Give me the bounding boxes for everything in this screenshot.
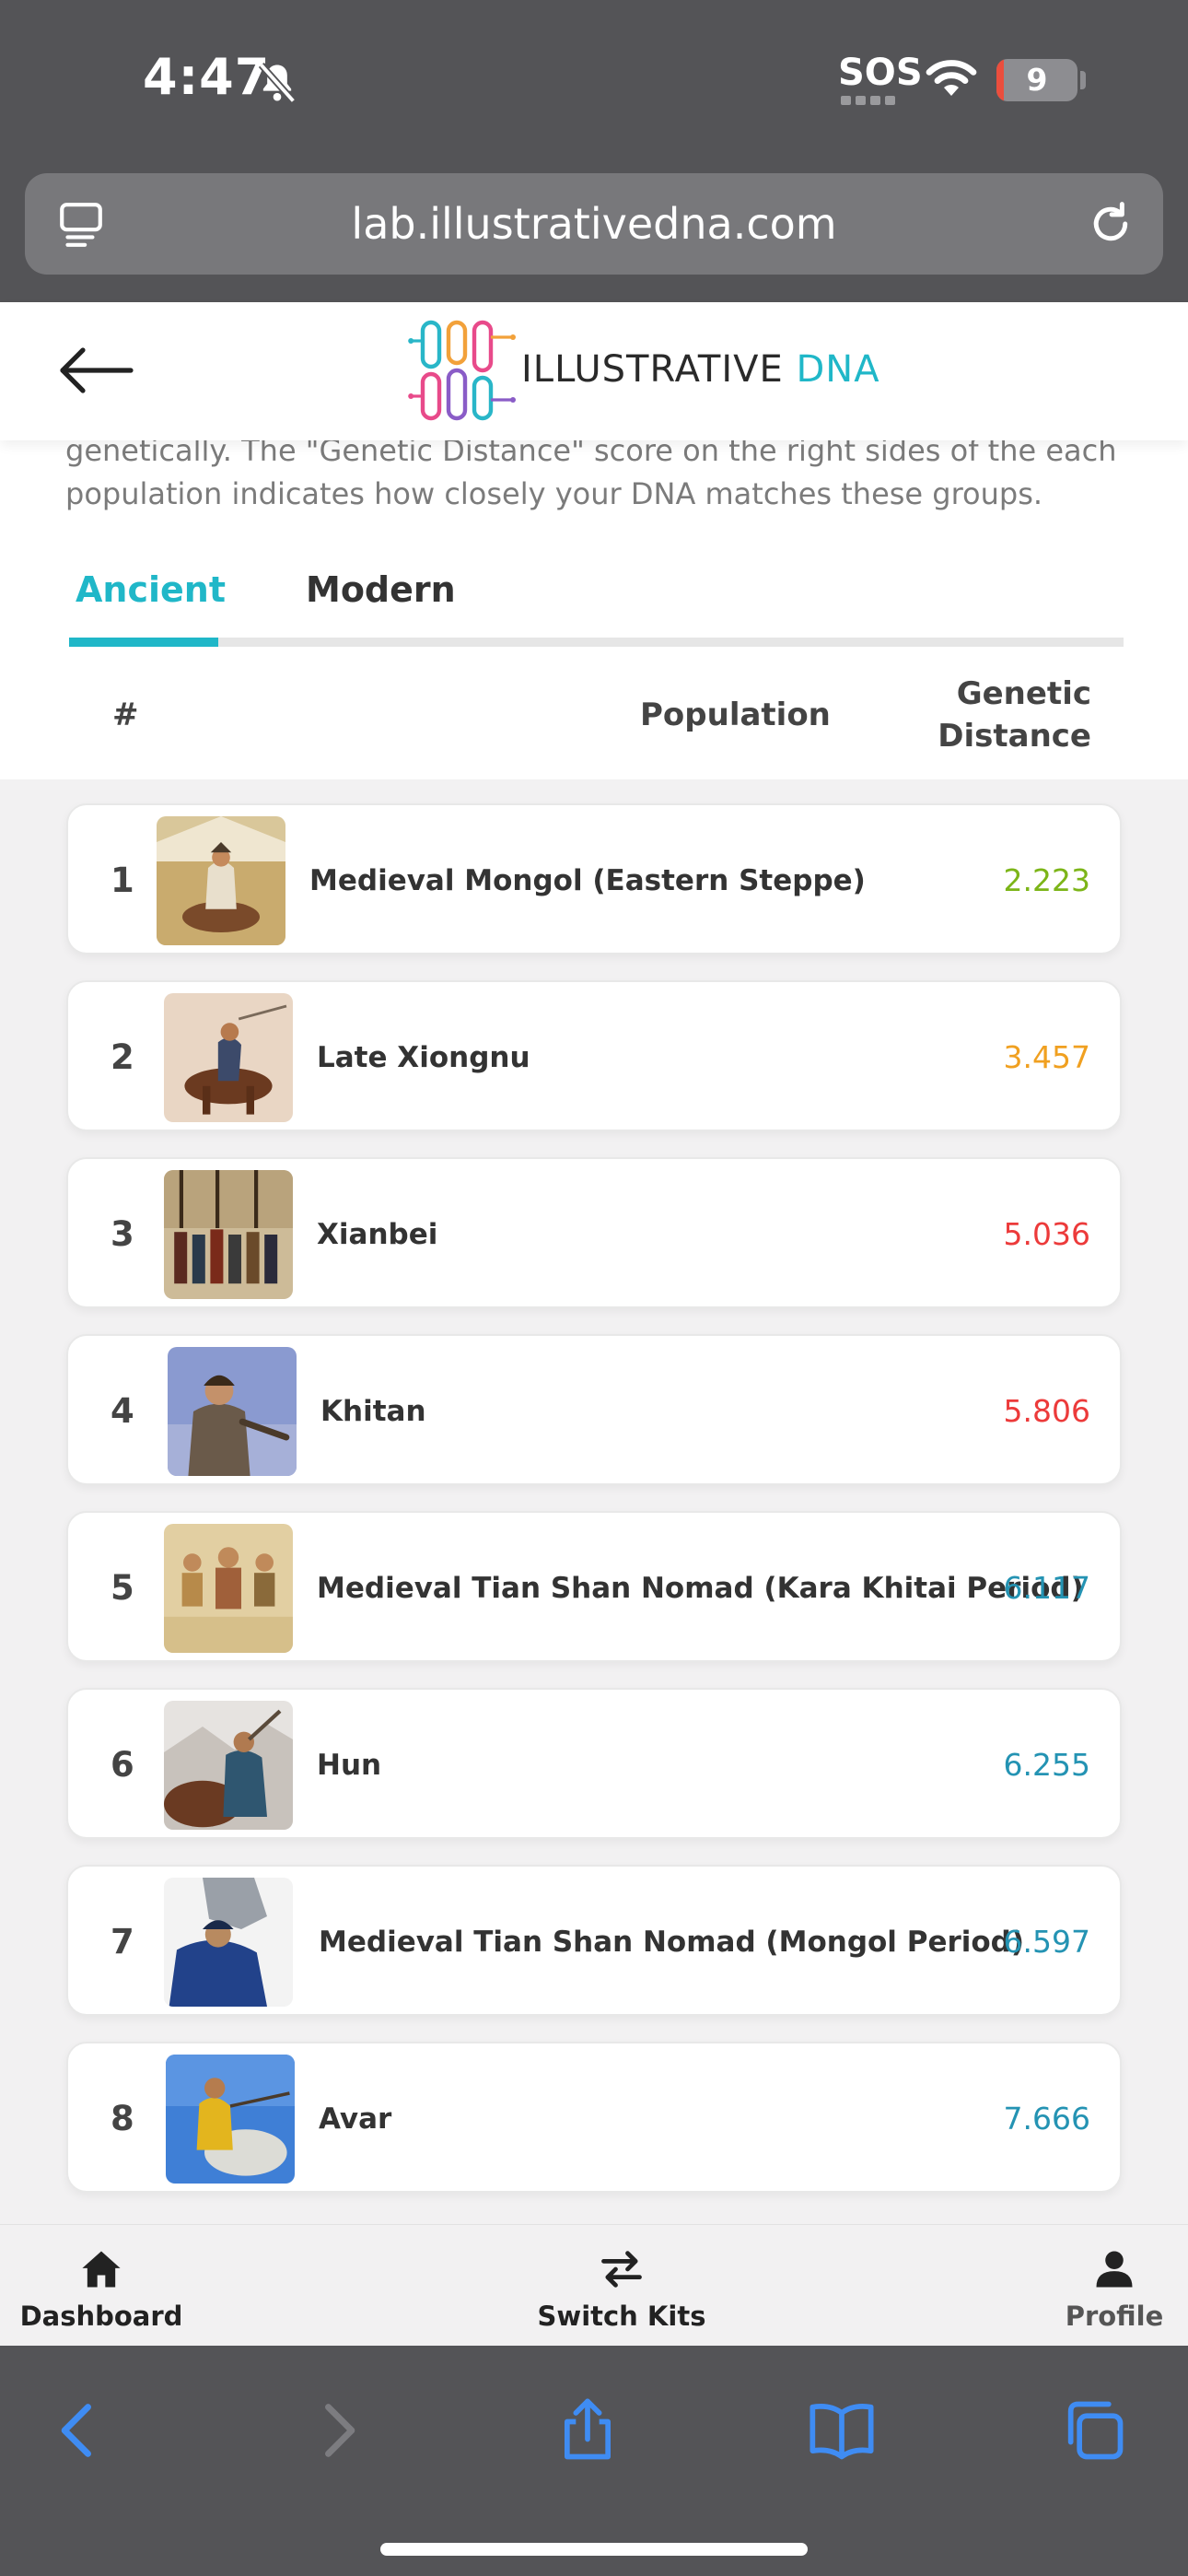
genetic-distance-score: 3.457: [1003, 1039, 1090, 1075]
wifi-icon: [926, 60, 977, 96]
forward-icon[interactable]: [302, 2395, 372, 2465]
population-name: Late Xiongnu: [317, 1041, 530, 1074]
battery-indicator: 9: [996, 59, 1077, 101]
row-rank: 3: [111, 1214, 134, 1254]
home-indicator: [380, 2543, 808, 2556]
logo-text: ILLUSTRATIVE DNA: [521, 348, 880, 391]
url-text[interactable]: lab.illustrativedna.com: [25, 173, 1163, 275]
tab-active-indicator: [69, 638, 218, 647]
population-thumbnail: [164, 1701, 293, 1830]
signal-dots: [841, 96, 905, 105]
genetic-distance-score: 2.223: [1003, 862, 1090, 898]
bottom-navigation: Dashboard Switch Kits Profile: [0, 2224, 1188, 2346]
bell-slash-icon: [258, 62, 297, 104]
nav-label: Dashboard: [19, 2301, 183, 2332]
genetic-distance-score: 6.597: [1003, 1924, 1090, 1960]
nav-label: Profile: [1065, 2301, 1164, 2332]
tabs-icon[interactable]: [1059, 2395, 1129, 2465]
population-name: Xianbei: [317, 1218, 438, 1251]
status-time: 4:47: [143, 48, 271, 106]
genetic-distance-score: 6.117: [1003, 1570, 1090, 1606]
population-name: Avar: [319, 2102, 392, 2136]
genetic-distance-score: 7.666: [1003, 2101, 1090, 2137]
population-thumbnail: [157, 816, 285, 945]
result-row-5[interactable]: 5 Medieval Tian Shan Nomad (Kara Khitai …: [66, 1511, 1122, 1662]
sos-indicator: SOS: [838, 52, 923, 94]
back-arrow-icon[interactable]: [57, 345, 134, 396]
tab-track: [69, 638, 1124, 647]
person-icon: [1096, 2251, 1133, 2288]
column-header-population: Population: [640, 697, 831, 733]
result-row-4[interactable]: 4 Khitan 5.806: [66, 1334, 1122, 1485]
population-name: Medieval Tian Shan Nomad (Kara Khitai Pe…: [317, 1572, 1084, 1605]
site-header: ILLUSTRATIVE DNA: [0, 302, 1188, 440]
status-bar: 4:47 SOS 9: [0, 0, 1188, 157]
population-thumbnail: [168, 1347, 297, 1476]
population-thumbnail: [164, 1878, 293, 2007]
intro-text: genetically. The "Genetic Distance" scor…: [65, 433, 1117, 511]
battery-cap: [1080, 71, 1086, 89]
safari-toolbar: [0, 2346, 1188, 2576]
share-icon[interactable]: [553, 2395, 623, 2465]
population-name: Khitan: [320, 1395, 426, 1428]
result-row-8[interactable]: 8 Avar 7.666: [66, 2042, 1122, 2193]
nav-dashboard[interactable]: Dashboard: [18, 2225, 184, 2347]
population-name: Hun: [317, 1749, 382, 1782]
column-header-rank: #: [112, 697, 139, 733]
row-rank: 2: [111, 1037, 134, 1077]
switch-arrows-icon: [601, 2251, 642, 2288]
population-thumbnail: [164, 1524, 293, 1653]
result-row-7[interactable]: 7 Medieval Tian Shan Nomad (Mongol Perio…: [66, 1865, 1122, 2016]
bookmarks-icon[interactable]: [807, 2395, 877, 2465]
logo-accent-text: DNA: [796, 348, 880, 391]
logo-icon: [408, 320, 516, 421]
back-icon[interactable]: [44, 2395, 114, 2465]
row-rank: 1: [111, 861, 134, 900]
population-thumbnail: [164, 1170, 293, 1299]
population-name: Medieval Mongol (Eastern Steppe): [309, 864, 866, 897]
genetic-distance-score: 5.036: [1003, 1216, 1090, 1252]
home-icon: [82, 2251, 121, 2288]
tab-modern[interactable]: Modern: [306, 569, 456, 610]
column-header-genetic-distance: Genetic Distance: [938, 675, 1091, 755]
result-row-3[interactable]: 3 Xianbei 5.036: [66, 1157, 1122, 1308]
result-row-2[interactable]: 2 Late Xiongnu 3.457: [66, 980, 1122, 1131]
genetic-distance-score: 5.806: [1003, 1393, 1090, 1429]
row-rank: 5: [111, 1568, 134, 1608]
result-row-1[interactable]: 1 Medieval Mongol (Eastern Steppe) 2.223: [66, 803, 1122, 954]
row-rank: 8: [111, 2099, 134, 2138]
row-rank: 6: [111, 1745, 134, 1785]
row-rank: 4: [111, 1391, 134, 1431]
population-name: Medieval Tian Shan Nomad (Mongol Period): [319, 1926, 1025, 1959]
nav-label: Switch Kits: [537, 2301, 706, 2332]
population-thumbnail: [166, 2055, 295, 2184]
result-row-6[interactable]: 6 Hun 6.255: [66, 1688, 1122, 1839]
nav-profile[interactable]: Profile: [1059, 2225, 1170, 2347]
nav-switch-kits[interactable]: Switch Kits: [530, 2225, 714, 2347]
row-rank: 7: [111, 1922, 134, 1961]
url-bar[interactable]: lab.illustrativedna.com: [25, 173, 1163, 275]
population-thumbnail: [164, 993, 293, 1122]
genetic-distance-score: 6.255: [1003, 1747, 1090, 1783]
reload-icon[interactable]: [1086, 199, 1136, 249]
tab-ancient[interactable]: Ancient: [76, 569, 226, 610]
